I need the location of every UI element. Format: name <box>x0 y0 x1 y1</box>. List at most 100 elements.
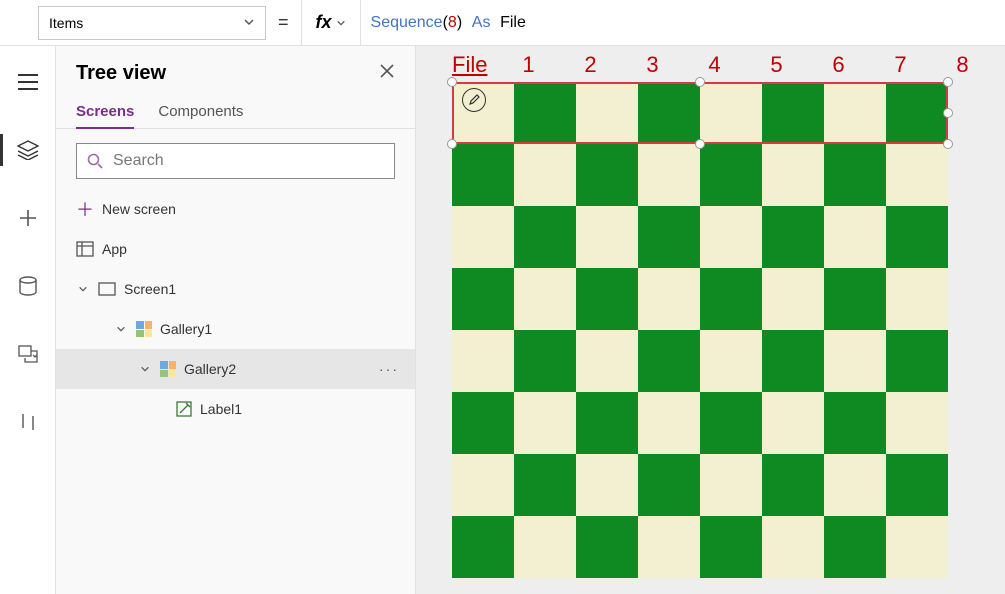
resize-handle[interactable] <box>943 108 953 118</box>
board-square[interactable] <box>514 516 576 578</box>
resize-handle[interactable] <box>943 77 953 87</box>
board-square[interactable] <box>638 454 700 516</box>
board-square[interactable] <box>514 392 576 454</box>
fx-button[interactable]: fx <box>301 0 361 46</box>
board-square[interactable] <box>514 268 576 330</box>
board-square[interactable] <box>700 82 762 144</box>
board-square[interactable] <box>700 268 762 330</box>
board-square[interactable] <box>452 330 514 392</box>
board-square[interactable] <box>576 392 638 454</box>
board-square[interactable] <box>452 454 514 516</box>
search-input[interactable]: Search <box>76 143 395 179</box>
board-square[interactable] <box>700 516 762 578</box>
board-square[interactable] <box>514 206 576 268</box>
board-square[interactable] <box>886 206 948 268</box>
board-square[interactable] <box>638 144 700 206</box>
board-square[interactable] <box>886 392 948 454</box>
board-square[interactable] <box>576 516 638 578</box>
equals-sign: = <box>278 12 289 33</box>
board-square[interactable] <box>514 330 576 392</box>
property-dropdown[interactable]: Items <box>38 6 266 40</box>
board-square[interactable] <box>452 516 514 578</box>
rail-media[interactable] <box>0 334 56 374</box>
board-square[interactable] <box>700 330 762 392</box>
more-button[interactable]: ··· <box>379 361 399 377</box>
board-square[interactable] <box>824 82 886 144</box>
tree-item-label: App <box>102 241 127 257</box>
board-square[interactable] <box>576 330 638 392</box>
board-square[interactable] <box>452 206 514 268</box>
database-icon <box>19 276 37 296</box>
board-square[interactable] <box>700 206 762 268</box>
resize-handle[interactable] <box>447 139 457 149</box>
board-square[interactable] <box>886 82 948 144</box>
formula-token-alias: File <box>500 14 526 32</box>
board-square[interactable] <box>762 392 824 454</box>
board-square[interactable] <box>576 206 638 268</box>
rail-tree-view[interactable] <box>0 130 56 170</box>
board-square[interactable] <box>886 330 948 392</box>
board-square[interactable] <box>638 268 700 330</box>
board-square[interactable] <box>824 330 886 392</box>
board-square[interactable] <box>762 516 824 578</box>
board-square[interactable] <box>514 144 576 206</box>
tree-item-label1[interactable]: Label1 <box>56 389 415 429</box>
tab-screens[interactable]: Screens <box>76 103 134 128</box>
board-square[interactable] <box>886 454 948 516</box>
rail-insert[interactable] <box>0 198 56 238</box>
tree-item-screen1[interactable]: Screen1 <box>56 269 415 309</box>
resize-handle[interactable] <box>695 77 705 87</box>
tree-item-label: Screen1 <box>124 281 176 297</box>
board-square[interactable] <box>638 392 700 454</box>
board-square[interactable] <box>762 330 824 392</box>
board-square[interactable] <box>700 454 762 516</box>
tree-item-app[interactable]: App <box>56 229 415 269</box>
board-square[interactable] <box>514 82 576 144</box>
resize-handle[interactable] <box>943 139 953 149</box>
board-square[interactable] <box>824 392 886 454</box>
board-square[interactable] <box>824 516 886 578</box>
board-square[interactable] <box>576 82 638 144</box>
board-square[interactable] <box>576 144 638 206</box>
board-square[interactable] <box>576 268 638 330</box>
board-square[interactable] <box>886 268 948 330</box>
board-square[interactable] <box>700 144 762 206</box>
board-square[interactable] <box>700 392 762 454</box>
board-square[interactable] <box>762 454 824 516</box>
formula-input[interactable]: Sequence(8) As File <box>361 0 1005 46</box>
rail-tools[interactable] <box>0 402 56 442</box>
board-square[interactable] <box>638 206 700 268</box>
board-square[interactable] <box>514 454 576 516</box>
rail-data[interactable] <box>0 266 56 306</box>
board-square[interactable] <box>824 206 886 268</box>
board-square[interactable] <box>762 268 824 330</box>
search-icon <box>87 153 103 169</box>
board-square[interactable] <box>886 516 948 578</box>
board-square[interactable] <box>762 206 824 268</box>
board-square[interactable] <box>824 268 886 330</box>
tab-components[interactable]: Components <box>158 103 243 128</box>
board-square[interactable] <box>638 82 700 144</box>
board-square[interactable] <box>452 268 514 330</box>
board-square[interactable] <box>452 144 514 206</box>
board-square[interactable] <box>452 392 514 454</box>
edit-template-button[interactable] <box>462 88 486 112</box>
resize-handle[interactable] <box>695 139 705 149</box>
board-square[interactable] <box>638 330 700 392</box>
canvas[interactable]: File 1 2 3 4 5 6 7 8 <box>416 46 1005 594</box>
tree-item-gallery1[interactable]: Gallery1 <box>56 309 415 349</box>
tree-item-gallery2[interactable]: Gallery2 ··· <box>56 349 415 389</box>
board-square[interactable] <box>824 454 886 516</box>
board-square[interactable] <box>638 516 700 578</box>
board-square[interactable] <box>886 144 948 206</box>
chessboard[interactable] <box>452 82 948 578</box>
board-square[interactable] <box>576 454 638 516</box>
board-square[interactable] <box>762 144 824 206</box>
rail-hamburger[interactable] <box>0 62 56 102</box>
new-screen-button[interactable]: ＋ New screen <box>56 189 415 229</box>
fx-icon: fx <box>316 12 332 33</box>
board-square[interactable] <box>762 82 824 144</box>
resize-handle[interactable] <box>447 77 457 87</box>
board-square[interactable] <box>824 144 886 206</box>
close-button[interactable] <box>379 63 395 84</box>
